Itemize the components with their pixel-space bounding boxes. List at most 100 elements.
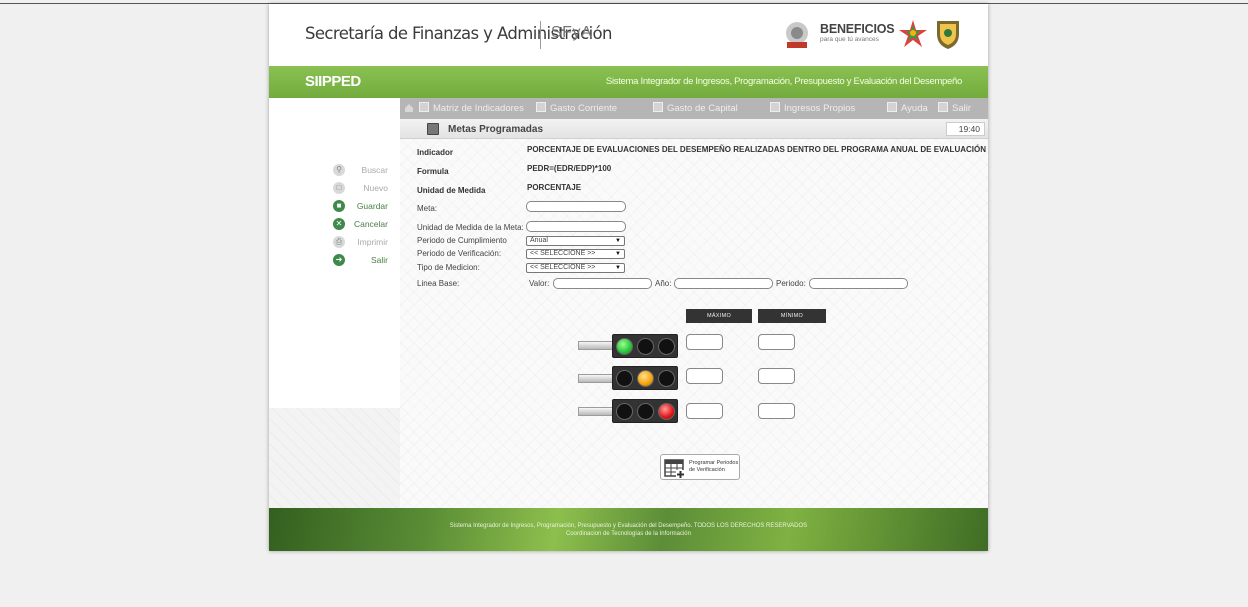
section-header: Metas Programadas 19:40: [400, 119, 988, 139]
app-name: SIIPPED: [305, 73, 361, 90]
cancel-icon: ✕: [333, 218, 345, 230]
nav-gasto-corriente[interactable]: Gasto Corriente: [536, 102, 617, 116]
red-max-input[interactable]: [686, 403, 723, 419]
footer: Sistema Integrador de Ingresos, Programa…: [269, 508, 988, 551]
periodo-cumplimiento-select[interactable]: Anual ▼: [526, 236, 625, 246]
unidad-meta-label: Unidad de Medida de la Meta:: [417, 223, 524, 232]
expense-icon: [536, 102, 546, 112]
nav-label: Ayuda: [901, 103, 928, 114]
programar-line2: de Verificación: [689, 467, 725, 473]
beneficios-logo: BENEFICIOS para que tú avances: [820, 22, 895, 43]
star-logo-icon: [899, 20, 927, 47]
off-light-icon: [658, 338, 675, 355]
sidebar-item-label: Salir: [370, 255, 388, 265]
clock: 19:40: [946, 122, 985, 136]
help-icon: [887, 102, 897, 112]
footer-text: Sistema Integrador de Ingresos, Programa…: [269, 522, 988, 538]
sidebar-item-label: Cancelar: [353, 219, 388, 229]
programar-line1: Programar Periodos: [689, 460, 739, 466]
section-title: Metas Programadas: [448, 124, 544, 135]
dropdown-arrow-icon: ▼: [615, 251, 621, 257]
top-nav: Matriz de Indicadores Gasto Corriente Ga…: [400, 98, 988, 119]
programar-periodos-label: Programar Periodos de Verificación: [689, 460, 738, 474]
beneficios-subtext: para que tú avances: [820, 36, 879, 43]
red-light-icon: [658, 403, 675, 420]
green-min-input[interactable]: [758, 334, 795, 350]
capital-icon: [653, 102, 663, 112]
footer-line1: Sistema Integrador de Ingresos, Programa…: [449, 523, 808, 529]
sidebar-item-salir[interactable]: ➜ Salir: [269, 252, 400, 270]
nav-ayuda[interactable]: Ayuda: [887, 102, 928, 116]
periodo-label: Periodo:: [776, 279, 806, 288]
anio-label: Año:: [655, 279, 672, 288]
home-icon[interactable]: [404, 103, 414, 113]
yellow-max-input[interactable]: [686, 368, 723, 384]
dropdown-arrow-icon: ▼: [615, 238, 621, 244]
nav-label: Gasto de Capital: [667, 103, 738, 114]
seal-logo-icon: [786, 22, 808, 48]
red-min-input[interactable]: [758, 403, 795, 419]
exit-icon: ➜: [333, 254, 345, 266]
off-light-icon: [658, 370, 675, 387]
nav-matriz-indicadores[interactable]: Matriz de Indicadores: [419, 102, 524, 116]
off-light-icon: [637, 338, 654, 355]
yellow-min-input[interactable]: [758, 368, 795, 384]
nav-label: Gasto Corriente: [550, 103, 618, 114]
maximo-header: MÁXIMO: [686, 309, 752, 323]
main-content: Matriz de Indicadores Gasto Corriente Ga…: [400, 98, 988, 508]
brand-separator: [540, 21, 541, 49]
sidebar-background: [269, 408, 400, 508]
valor-input[interactable]: [553, 278, 652, 289]
sidebar: ⚲ Buscar □ Nuevo ■ Guardar ✕ Cancelar ⎙ …: [269, 98, 400, 408]
brand-short: SFyA: [551, 24, 593, 41]
dropdown-arrow-icon: ▼: [615, 265, 621, 271]
periodo-verificacion-label: Periodo de Verificación:: [417, 249, 502, 258]
calendar-add-icon: [664, 459, 685, 479]
search-icon: ⚲: [333, 164, 345, 176]
meta-input[interactable]: [526, 201, 626, 212]
select-value: << SELECCIONE >>: [530, 250, 596, 257]
sidebar-item-label: Nuevo: [363, 183, 388, 193]
sidebar-item-imprimir[interactable]: ⎙ Imprimir: [269, 234, 400, 252]
nav-salir[interactable]: Salir: [938, 102, 971, 116]
nav-gasto-capital[interactable]: Gasto de Capital: [653, 102, 738, 116]
traffic-light-pole: [578, 407, 614, 416]
tipo-medicion-select[interactable]: << SELECCIONE >> ▼: [526, 263, 625, 273]
traffic-light-green: [612, 334, 678, 358]
traffic-light-pole: [578, 374, 614, 383]
periodo-verificacion-select[interactable]: << SELECCIONE >> ▼: [526, 249, 625, 259]
income-icon: [770, 102, 780, 112]
sidebar-item-buscar[interactable]: ⚲ Buscar: [269, 162, 400, 180]
unidad-meta-input[interactable]: [526, 221, 626, 232]
green-max-input[interactable]: [686, 334, 723, 350]
meta-label: Meta:: [417, 204, 438, 213]
periodo-input[interactable]: [809, 278, 908, 289]
sidebar-item-cancelar[interactable]: ✕ Cancelar: [269, 216, 400, 234]
indicador-value: PORCENTAJE DE EVALUACIONES DEL DESEMPEÑO…: [527, 145, 986, 154]
formula-value: PEDR=(EDR/EDP)*100: [527, 164, 612, 173]
programar-periodos-button[interactable]: Programar Periodos de Verificación: [660, 454, 740, 480]
select-value: << SELECCIONE >>: [530, 264, 596, 271]
linea-base-label: Linea Base:: [417, 279, 460, 288]
traffic-light-pole: [578, 341, 614, 350]
printer-icon: ⎙: [333, 236, 345, 248]
green-light-icon: [616, 338, 633, 355]
off-light-icon: [616, 403, 633, 420]
nav-label: Ingresos Propios: [784, 103, 856, 114]
off-light-icon: [616, 370, 633, 387]
nav-label: Salir: [952, 103, 972, 114]
nav-ingresos-propios[interactable]: Ingresos Propios: [770, 102, 855, 116]
anio-input[interactable]: [674, 278, 773, 289]
indicador-label: Indicador: [417, 148, 454, 157]
app-banner: SIIPPED Sistema Integrador de Ingresos, …: [269, 66, 988, 98]
metas-icon: [427, 123, 439, 135]
unidad-medida-value: PORCENTAJE: [527, 183, 582, 192]
app-full-name: Sistema Integrador de Ingresos, Programa…: [605, 76, 962, 87]
coat-of-arms-icon: [937, 21, 959, 49]
logos: BENEFICIOS para que tú avances: [774, 18, 964, 52]
sidebar-item-label: Imprimir: [357, 237, 388, 247]
formula-label: Formula: [417, 167, 449, 176]
sidebar-item-guardar[interactable]: ■ Guardar: [269, 198, 400, 216]
beneficios-text: BENEFICIOS: [820, 22, 895, 36]
sidebar-item-nuevo[interactable]: □ Nuevo: [269, 180, 400, 198]
